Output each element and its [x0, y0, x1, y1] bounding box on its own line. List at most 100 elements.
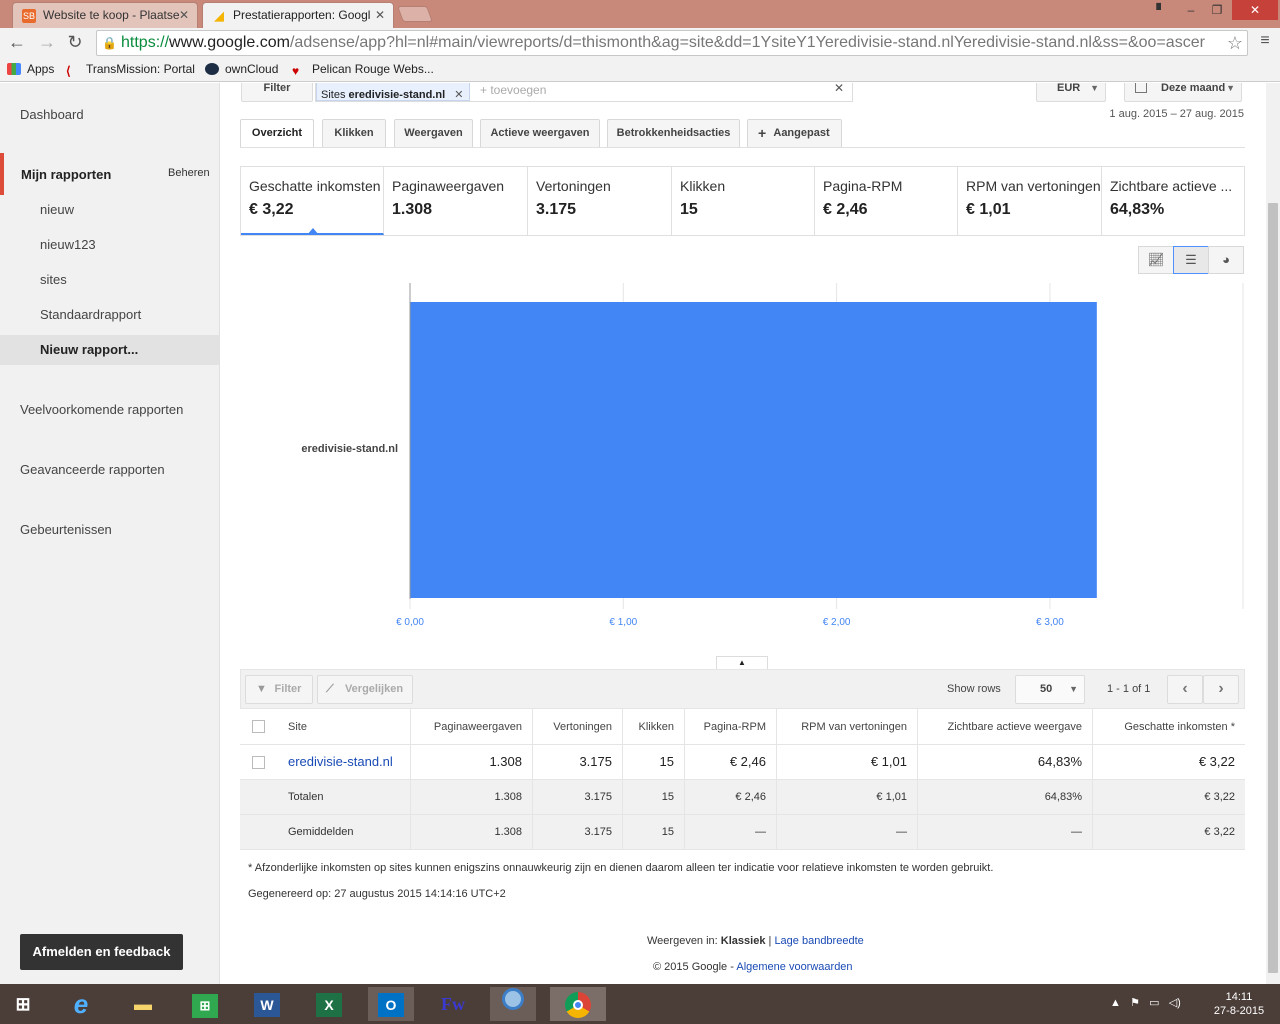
filter-chip: Sites eredivisie-stand.nl ✕: [316, 83, 471, 101]
chrome-icon[interactable]: [550, 987, 606, 1021]
remove-chip-icon[interactable]: ✕: [454, 89, 463, 101]
frontpage-icon[interactable]: Fw: [430, 987, 476, 1021]
metric-tile-page-rpm[interactable]: Pagina-RPM € 2,46: [815, 167, 958, 235]
sidebar-report-item[interactable]: nieuw: [40, 202, 74, 217]
page-scrollbar[interactable]: [1266, 83, 1280, 984]
low-bandwidth-link[interactable]: Lage bandbreedte: [774, 935, 863, 947]
pie-chart-icon[interactable]: ◕: [1208, 246, 1244, 274]
filter-button[interactable]: Filter: [241, 83, 313, 102]
manage-reports-link[interactable]: Beheren: [168, 167, 210, 179]
header-earnings[interactable]: Geschatte inkomsten *: [1093, 709, 1245, 744]
compare-button[interactable]: ⟋ Vergelijken: [317, 675, 413, 704]
period-select[interactable]: Deze maand ▼: [1124, 83, 1242, 102]
clear-filter-icon[interactable]: ✕: [834, 83, 844, 95]
sidebar-report-item-active[interactable]: Nieuw rapport...: [40, 342, 138, 357]
ie-icon[interactable]: e: [58, 987, 104, 1021]
new-tab-button[interactable]: [397, 6, 433, 22]
metric-label: Geschatte inkomsten: [249, 178, 381, 194]
table-cell: € 1,01: [777, 745, 918, 779]
flag-icon[interactable]: ⚑: [1130, 997, 1140, 1009]
sidebar-report-item[interactable]: sites: [40, 272, 67, 287]
metric-tile-pageviews[interactable]: Paginaweergaven 1.308: [384, 167, 528, 235]
bookmark-owncloud[interactable]: ownCloud: [205, 62, 278, 76]
browser-tab-website[interactable]: SB Website te koop - Plaatse ✕: [12, 2, 198, 28]
bookmark-transmission[interactable]: ⟨ TransMission: Portal: [66, 62, 195, 78]
collapse-chart-button[interactable]: ▲: [716, 656, 768, 669]
next-page-button[interactable]: ›: [1203, 675, 1239, 704]
rows-per-page-select[interactable]: 50 ▼: [1015, 675, 1085, 704]
reload-icon[interactable]: ↻: [64, 32, 86, 53]
sidebar-report-item[interactable]: nieuw123: [40, 237, 96, 252]
sidebar-item-advanced-reports[interactable]: Geavanceerde rapporten: [20, 462, 165, 477]
store-icon[interactable]: ⊞: [182, 987, 228, 1021]
table-cell: 64,83%: [918, 745, 1093, 779]
user-icon[interactable]: ▘: [1148, 0, 1174, 20]
filter-input[interactable]: Sites eredivisie-stand.nl ✕ + toevoegen …: [315, 83, 853, 102]
header-page-rpm[interactable]: Pagina-RPM: [685, 709, 777, 744]
bookmark-star-icon[interactable]: ☆: [1227, 31, 1243, 55]
header-active-view[interactable]: Zichtbare actieve weergave: [918, 709, 1093, 744]
tab-clicks[interactable]: Klikken: [322, 119, 386, 148]
metric-value: € 3,22: [249, 201, 294, 218]
sidebar-report-item[interactable]: Standaardrapport: [40, 307, 141, 322]
maximize-icon[interactable]: ❐: [1204, 0, 1230, 20]
volume-icon[interactable]: ◁): [1169, 997, 1181, 1009]
header-pageviews[interactable]: Paginaweergaven: [411, 709, 533, 744]
header-impressions[interactable]: Vertoningen: [533, 709, 623, 744]
tray-arrow-icon[interactable]: ▲: [1110, 997, 1121, 1009]
close-tab-icon[interactable]: ✕: [179, 8, 189, 22]
line-chart-icon[interactable]: 📈︎: [1138, 246, 1174, 274]
address-bar[interactable]: 🔒 https://www.google.com/adsense/app?hl=…: [96, 30, 1248, 56]
word-icon[interactable]: W: [244, 987, 290, 1021]
terms-link[interactable]: Algemene voorwaarden: [736, 961, 852, 973]
table-filter-button[interactable]: ▼ Filter: [245, 675, 313, 704]
currency-select[interactable]: EUR ▼: [1036, 83, 1106, 102]
tab-active-views[interactable]: Actieve weergaven: [480, 119, 600, 148]
start-icon[interactable]: ⊞: [0, 987, 46, 1021]
table-header-row: Site Paginaweergaven Vertoningen Klikken…: [240, 709, 1245, 745]
tab-engagement[interactable]: Betrokkenheidsacties: [607, 119, 740, 148]
outlook-icon[interactable]: O: [368, 987, 414, 1021]
bookmark-pelican[interactable]: ♥ Pelican Rouge Webs...: [292, 62, 434, 78]
prev-page-button[interactable]: ‹: [1167, 675, 1203, 704]
header-impression-rpm[interactable]: RPM van vertoningen: [777, 709, 918, 744]
app-icon[interactable]: [490, 987, 536, 1021]
minimize-icon[interactable]: –: [1178, 0, 1204, 20]
metric-tile-active-view[interactable]: Zichtbare actieve ... 64,83%: [1102, 167, 1244, 235]
copyright-separator: -: [730, 961, 734, 973]
sidebar-item-common-reports[interactable]: Veelvoorkomende rapporten: [20, 402, 183, 417]
network-icon[interactable]: ▭: [1149, 997, 1159, 1009]
sidebar-item-my-reports[interactable]: Mijn rapporten: [21, 167, 111, 182]
bookmark-apps[interactable]: Apps: [7, 62, 54, 76]
excel-icon[interactable]: X: [306, 987, 352, 1021]
back-icon[interactable]: ←: [6, 32, 28, 53]
browser-tab-adsense[interactable]: ◢ Prestatierapporten: Googl ✕: [202, 2, 394, 28]
scrollbar-thumb[interactable]: [1268, 203, 1278, 973]
tab-overview[interactable]: Overzicht: [240, 119, 314, 148]
sidebar-item-dashboard[interactable]: Dashboard: [20, 107, 84, 122]
clock[interactable]: 14:11 27-8-2015: [1200, 990, 1278, 1018]
select-all-checkbox[interactable]: [252, 720, 265, 733]
bar-chart-icon[interactable]: ☰: [1173, 246, 1209, 274]
tab-views[interactable]: Weergaven: [394, 119, 473, 148]
site-link[interactable]: eredivisie-stand.nl: [276, 745, 411, 779]
header-clicks[interactable]: Klikken: [623, 709, 685, 744]
sidebar-item-events[interactable]: Gebeurtenissen: [20, 522, 112, 537]
menu-icon[interactable]: ≡: [1254, 32, 1276, 50]
forward-icon[interactable]: →: [36, 32, 58, 53]
metric-tile-clicks[interactable]: Klikken 15: [672, 167, 815, 235]
close-tab-icon[interactable]: ✕: [375, 8, 385, 22]
table-cell: —: [685, 815, 777, 849]
explorer-icon[interactable]: ▬: [120, 987, 166, 1021]
metric-tile-impressions[interactable]: Vertoningen 3.175: [528, 167, 672, 235]
row-checkbox[interactable]: [252, 756, 265, 769]
header-site[interactable]: Site: [276, 709, 411, 744]
add-filter-placeholder[interactable]: + toevoegen: [480, 83, 546, 97]
bookmark-label: ownCloud: [225, 62, 279, 76]
close-window-icon[interactable]: ✕: [1232, 0, 1278, 20]
tab-custom[interactable]: + Aangepast: [747, 119, 842, 148]
metric-tile-earnings[interactable]: Geschatte inkomsten € 3,22: [241, 167, 384, 235]
feedback-button[interactable]: Afmelden en feedback: [20, 934, 183, 970]
system-tray[interactable]: ▲ ⚑ ▭ ◁): [1110, 996, 1181, 1009]
metric-tile-impression-rpm[interactable]: RPM van vertoningen € 1,01: [958, 167, 1102, 235]
